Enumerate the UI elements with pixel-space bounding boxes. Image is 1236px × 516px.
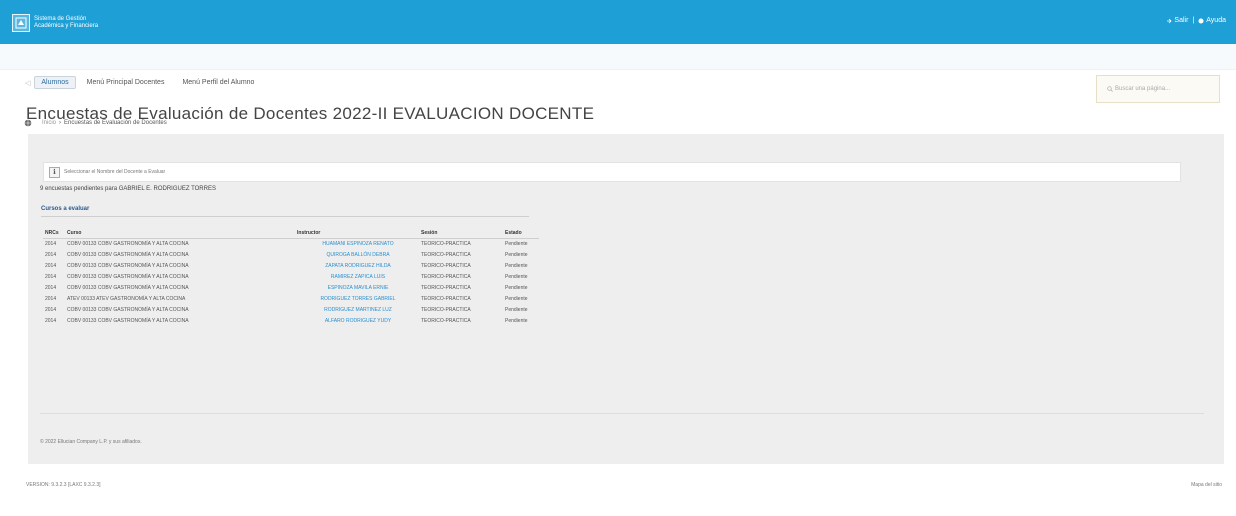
breadcrumb-current: Encuestas de Evaluación de Docentes	[64, 120, 167, 126]
header-course: Curso	[65, 228, 295, 239]
header-instructor: Instructor	[295, 228, 419, 239]
status-cell: Pendiente	[505, 284, 528, 291]
institution-logo-icon	[12, 14, 30, 32]
instructor-link[interactable]: ESPINOZA MAVILA ERNIE	[295, 282, 419, 293]
pending-surveys-text: 9 encuestas pendientes para GABRIEL E. R…	[40, 186, 216, 192]
header-nrc: NRCs	[43, 228, 65, 239]
courses-table: NRCs Curso Instructor Sesión Estado 2014…	[43, 228, 539, 326]
version-text: VERSION: 9.3.2.3 [LAXC 9.3.2.3]	[26, 482, 101, 488]
table-row: 2014 COBV 00133 COBV GASTRONOMÍA Y ALTA C…	[43, 249, 539, 260]
status-cell: Pendiente	[505, 273, 528, 280]
status-cell: Pendiente	[505, 317, 528, 324]
course-cell: COBV 00133 COBV GASTRONOMÍA Y ALTA COCIN…	[67, 317, 189, 324]
session-cell: TEORICO-PRACTICA	[421, 306, 471, 313]
session-cell: TEORICO-PRACTICA	[421, 284, 471, 291]
nrc-cell: 2014	[45, 317, 57, 324]
table-row: 2014 COBV 00133 COBV GASTRONOMÍA Y ALTA C…	[43, 260, 539, 271]
instructor-link[interactable]: RAMIREZ ZAPICA LUIS	[295, 271, 419, 282]
table-row: 2014 COBV 00133 COBV GASTRONOMÍA Y ALTA C…	[43, 315, 539, 326]
table-header-row: NRCs Curso Instructor Sesión Estado	[43, 228, 539, 239]
session-cell: TEORICO-PRACTICA	[421, 251, 471, 258]
search-placeholder: Buscar una página...	[1115, 86, 1171, 92]
sub-header-strip	[0, 44, 1236, 70]
site-map-link[interactable]: Mapa del sitio	[1191, 482, 1222, 488]
instructor-link[interactable]: RODRIGUEZ TORRES GABRIEL	[295, 293, 419, 304]
nrc-cell: 2014	[45, 240, 57, 247]
tabs-back-icon[interactable]: ◁	[25, 79, 30, 87]
brand-logo-link[interactable]: Sistema de Gestión Académica y Financier…	[12, 10, 98, 36]
status-cell: Pendiente	[505, 306, 528, 313]
globe-icon[interactable]	[24, 119, 32, 127]
course-cell: ATEV 00133 ATEV GASTRONOMÍA Y ALTA COCIN…	[67, 295, 186, 302]
table-row: 2014 COBV 00133 COBV GASTRONOMÍA Y ALTA C…	[43, 282, 539, 293]
tab-menu-perfil-alumno[interactable]: Menú Perfil del Alumno	[175, 76, 261, 89]
status-cell: Pendiente	[505, 295, 528, 302]
exit-label: Salir	[1174, 17, 1189, 24]
session-cell: TEORICO-PRACTICA	[421, 240, 471, 247]
tab-menu-principal-docentes[interactable]: Menú Principal Docentes	[80, 76, 172, 89]
exit-icon	[1167, 18, 1172, 23]
tab-alumnos[interactable]: Alumnos	[34, 76, 76, 89]
page-search-box[interactable]: Buscar una página...	[1096, 75, 1220, 103]
brand-line1: Sistema de Gestión	[34, 16, 87, 22]
instructor-link[interactable]: RODRIGUEZ MARTINEZ LUZ	[295, 304, 419, 315]
session-cell: TEORICO-PRACTICA	[421, 317, 471, 324]
breadcrumb-separator: ›	[59, 120, 62, 126]
breadcrumb-home[interactable]: Inicio	[42, 120, 56, 126]
table-row: 2014 COBV 00133 COBV GASTRONOMÍA Y ALTA C…	[43, 304, 539, 315]
nrc-cell: 2014	[45, 251, 57, 258]
table-row: 2014 COBV 00133 COBV GASTRONOMÍA Y ALTA C…	[43, 238, 539, 249]
instructor-link[interactable]: HUAMANI ESPINOZA RENATO	[295, 238, 419, 249]
course-cell: COBV 00133 COBV GASTRONOMÍA Y ALTA COCIN…	[67, 262, 189, 269]
header-session: Sesión	[419, 228, 503, 239]
help-link[interactable]: Ayuda	[1198, 17, 1226, 24]
top-bar: Sistema de Gestión Académica y Financier…	[0, 0, 1236, 44]
nrc-cell: 2014	[45, 295, 57, 302]
status-cell: Pendiente	[505, 262, 528, 269]
session-cell: TEORICO-PRACTICA	[421, 295, 471, 302]
search-icon	[1107, 86, 1113, 92]
instructor-link[interactable]: QUIROGA BALLÓN DEBRA	[295, 249, 419, 260]
status-cell: Pendiente	[505, 251, 528, 258]
course-cell: COBV 00133 COBV GASTRONOMÍA Y ALTA COCIN…	[67, 273, 189, 280]
table-row: 2014 COBV 00133 COBV GASTRONOMÍA Y ALTA C…	[43, 271, 539, 282]
table-row: 2014 ATEV 00133 ATEV GASTRONOMÍA Y ALTA C…	[43, 293, 539, 304]
course-cell: COBV 00133 COBV GASTRONOMÍA Y ALTA COCIN…	[67, 284, 189, 291]
instructor-link[interactable]: ALFARO RODRIGUEZ YUDY	[295, 315, 419, 326]
nav-separator: |	[1192, 17, 1195, 24]
section-divider	[41, 216, 529, 217]
nrc-cell: 2014	[45, 273, 57, 280]
info-icon: ℹ	[49, 166, 60, 178]
exit-link[interactable]: Salir	[1166, 17, 1188, 24]
instructor-link[interactable]: ZAPATA RODRIGUEZ HILDA	[295, 260, 419, 271]
menu-tabs: ◁ Alumnos Menú Principal Docentes Menú P…	[25, 76, 265, 89]
course-cell: COBV 00133 COBV GASTRONOMÍA Y ALTA COCIN…	[67, 306, 189, 313]
brand-text: Sistema de Gestión Académica y Financier…	[34, 16, 98, 30]
notice-text: Seleccionar el Nombre del Docente a Eval…	[64, 169, 166, 175]
status-cell: Pendiente	[505, 240, 528, 247]
nrc-cell: 2014	[45, 284, 57, 291]
info-notice: ℹ Seleccionar el Nombre del Docente a Ev…	[43, 162, 1181, 182]
help-label: Ayuda	[1206, 17, 1226, 24]
header-status: Estado	[503, 228, 539, 239]
nrc-cell: 2014	[45, 262, 57, 269]
course-cell: COBV 00133 COBV GASTRONOMÍA Y ALTA COCIN…	[67, 240, 189, 247]
brand-line2: Académica y Financiera	[34, 23, 99, 29]
courses-section-label: Cursos a evaluar	[41, 206, 90, 212]
nrc-cell: 2014	[45, 306, 57, 313]
top-nav: Salir | Ayuda	[1166, 17, 1226, 24]
session-cell: TEORICO-PRACTICA	[421, 273, 471, 280]
help-icon	[1198, 18, 1204, 23]
copyright-text: © 2022 Ellucian Company L.P. y sus afili…	[40, 439, 142, 445]
course-cell: COBV 00133 COBV GASTRONOMÍA Y ALTA COCIN…	[67, 251, 189, 258]
breadcrumb: Inicio › Encuestas de Evaluación de Doce…	[24, 119, 167, 127]
panel-divider	[40, 413, 1204, 414]
session-cell: TEORICO-PRACTICA	[421, 262, 471, 269]
